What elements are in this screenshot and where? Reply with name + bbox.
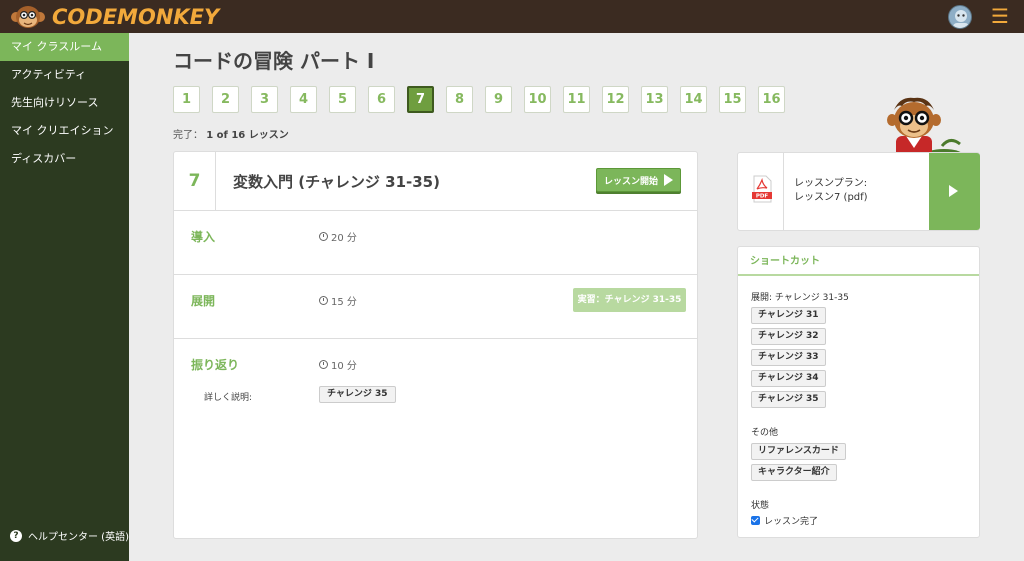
- sidebar-item-my-classroom[interactable]: マイ クラスルーム: [0, 33, 129, 61]
- lesson-button[interactable]: 16: [758, 86, 785, 113]
- shortcut-challenge-35[interactable]: チャレンジ 35: [751, 391, 826, 408]
- clock-icon: [319, 360, 328, 369]
- lesson-selector: 1 2 3 4 5 6 7 8 9 10 11 12 13 14 15 16: [173, 86, 797, 113]
- sidebar: マイ クラスルーム アクティビティ 先生向けリソース マイ クリエイション ディ…: [0, 33, 129, 561]
- duration-text: 20 分: [331, 233, 357, 244]
- hamburger-menu-icon[interactable]: ☰: [990, 5, 1010, 27]
- lesson-card-header: 7 変数入門 (チャレンジ 31-35) レッスン開始: [174, 151, 697, 211]
- lesson-plan-card[interactable]: PDF レッスンプラン: レッスン7 (pdf): [737, 152, 980, 231]
- shortcut-challenge-33[interactable]: チャレンジ 33: [751, 349, 826, 366]
- lesson-button[interactable]: 4: [290, 86, 317, 113]
- duration-text: 10 分: [331, 361, 357, 372]
- sidebar-item-my-creations[interactable]: マイ クリエイション: [0, 117, 129, 145]
- user-avatar[interactable]: [948, 5, 972, 29]
- section-title: 展開: [191, 294, 216, 308]
- main-content: コードの冒険 パート I 1 2 3 4 5 6 7 8 9 10 11 12 …: [129, 33, 1024, 561]
- lesson-button[interactable]: 5: [329, 86, 356, 113]
- status-label: 状態: [751, 501, 770, 511]
- lesson-button[interactable]: 13: [641, 86, 668, 113]
- section-duration: 20 分: [319, 229, 357, 244]
- lesson-button-active[interactable]: 7: [407, 86, 434, 113]
- shortcuts-card: ショートカット 展開: チャレンジ 31-35 チャレンジ 31 チャレンジ 3…: [737, 246, 980, 538]
- shortcut-challenge-31[interactable]: チャレンジ 31: [751, 307, 826, 324]
- shortcuts-title: ショートカット: [738, 247, 979, 276]
- top-bar: CODEMONKEY ☰: [0, 0, 1024, 33]
- section-duration: 10 分: [319, 357, 357, 372]
- lesson-complete-checkbox[interactable]: [751, 516, 760, 525]
- lesson-button[interactable]: 11: [563, 86, 590, 113]
- lesson-complete-row[interactable]: レッスン完了: [751, 514, 818, 527]
- lesson-number: 7: [174, 151, 216, 211]
- lesson-button[interactable]: 2: [212, 86, 239, 113]
- section-reflection: 振り返り 10 分 詳しく説明: チャレンジ 35: [174, 339, 697, 439]
- detail-label: 詳しく説明:: [204, 393, 253, 403]
- section-title: 振り返り: [191, 358, 240, 372]
- lesson-button[interactable]: 10: [524, 86, 551, 113]
- section-duration: 15 分: [319, 293, 357, 308]
- section-title: 導入: [191, 230, 216, 244]
- help-center-label: ヘルプセンター (英語): [28, 532, 129, 543]
- help-icon: ?: [10, 529, 22, 542]
- lesson-card: 7 変数入門 (チャレンジ 31-35) レッスン開始 導入 20 分 展開 1…: [173, 151, 698, 539]
- play-icon: [664, 174, 673, 186]
- divider: [783, 153, 784, 230]
- clock-icon: [319, 296, 328, 305]
- pdf-icon: PDF: [752, 175, 772, 203]
- lesson-title: 変数入門 (チャレンジ 31-35): [233, 172, 440, 191]
- shortcut-challenge-32[interactable]: チャレンジ 32: [751, 328, 826, 345]
- lesson-complete-label: レッスン完了: [764, 517, 819, 527]
- start-lesson-button[interactable]: レッスン開始: [596, 168, 681, 192]
- avatar-icon: [953, 10, 969, 28]
- open-lesson-plan-button[interactable]: [929, 153, 980, 230]
- sidebar-item-discover[interactable]: ディスカバー: [0, 145, 129, 173]
- lesson-plan-line1: レッスンプラン:: [794, 178, 868, 189]
- section-introduction: 導入 20 分: [174, 211, 697, 275]
- sidebar-item-activity[interactable]: アクティビティ: [0, 61, 129, 89]
- help-center-link[interactable]: ? ヘルプセンター (英語): [10, 528, 129, 543]
- pdf-badge: PDF: [756, 194, 769, 200]
- lesson-button[interactable]: 14: [680, 86, 707, 113]
- play-icon: [949, 185, 958, 197]
- lesson-plan-text: レッスンプラン: レッスン7 (pdf): [794, 177, 868, 205]
- page-title: コードの冒険 パート I: [173, 49, 375, 73]
- lesson-button[interactable]: 3: [251, 86, 278, 113]
- lesson-plan-line2: レッスン7 (pdf): [794, 192, 868, 203]
- start-lesson-label: レッスン開始: [603, 176, 658, 187]
- sidebar-item-teacher-resources[interactable]: 先生向けリソース: [0, 89, 129, 117]
- shortcut-group-label: 展開: チャレンジ 31-35: [751, 293, 849, 303]
- practice-challenges-button[interactable]: 実習：チャレンジ 31-35: [573, 288, 686, 312]
- shortcut-other-label: その他: [751, 428, 779, 438]
- lesson-button[interactable]: 12: [602, 86, 629, 113]
- lesson-button[interactable]: 6: [368, 86, 395, 113]
- progress-label: 完了：: [173, 130, 203, 141]
- shortcut-challenge-34[interactable]: チャレンジ 34: [751, 370, 826, 387]
- progress-value: 1 of 16 レッスン: [206, 130, 289, 141]
- lesson-button[interactable]: 8: [446, 86, 473, 113]
- section-development: 展開 15 分 実習：チャレンジ 31-35: [174, 275, 697, 339]
- reference-card-button[interactable]: リファレンスカード: [751, 443, 846, 460]
- duration-text: 15 分: [331, 297, 357, 308]
- lesson-button[interactable]: 9: [485, 86, 512, 113]
- clock-icon: [319, 232, 328, 241]
- lesson-button[interactable]: 15: [719, 86, 746, 113]
- monkey-logo-icon: [11, 6, 45, 28]
- codemonkey-logo[interactable]: CODEMONKEY: [10, 3, 219, 31]
- lesson-button[interactable]: 1: [173, 86, 200, 113]
- challenge-35-button[interactable]: チャレンジ 35: [319, 386, 396, 403]
- progress-text: 完了： 1 of 16 レッスン: [173, 126, 289, 141]
- character-intro-button[interactable]: キャラクター紹介: [751, 464, 837, 481]
- brand-name: CODEMONKEY: [52, 5, 220, 29]
